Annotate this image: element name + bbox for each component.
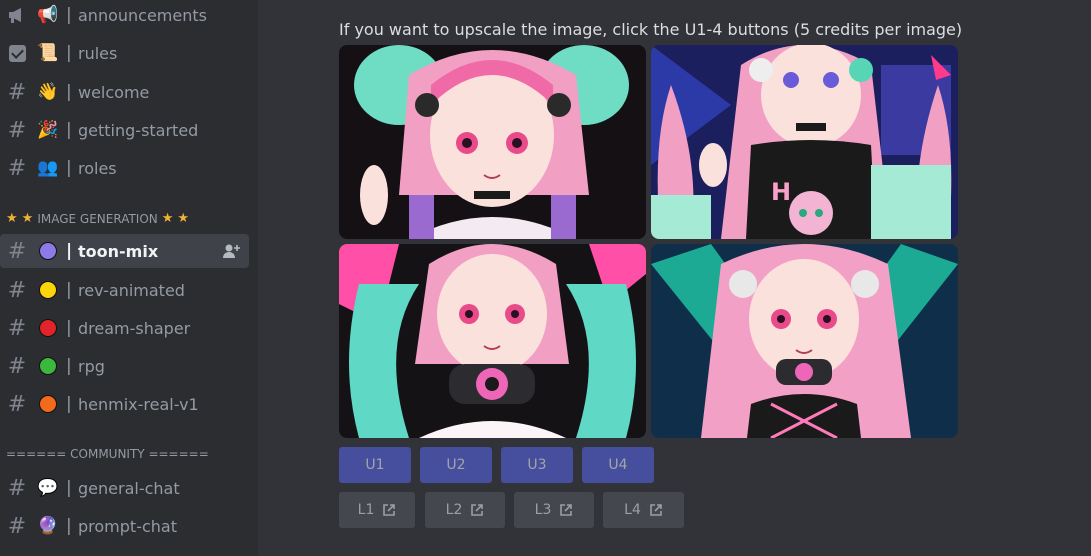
hash-icon: #	[7, 155, 27, 181]
channel-name: toon-mix	[78, 241, 159, 261]
channel-rules[interactable]: 📜 | rules	[0, 36, 249, 70]
image-grid[interactable]: H	[339, 45, 958, 438]
yellow-circle-icon	[38, 280, 58, 300]
channel-sidebar: 📢 | announcements 📜 | rules # 👋 | welcom…	[0, 0, 258, 556]
hash-icon: #	[7, 315, 27, 341]
checkbox-icon	[6, 42, 28, 64]
channel-henmix-real-v1[interactable]: # | henmix-real-v1	[0, 387, 249, 421]
hash-icon: #	[7, 238, 27, 264]
orange-circle-icon	[38, 394, 58, 414]
channel-name: rpg	[78, 356, 105, 376]
channel-name: announcements	[78, 5, 207, 25]
channel-announcements[interactable]: 📢 | announcements	[0, 0, 249, 32]
channel-name: dream-shaper	[78, 318, 191, 338]
hash-icon: #	[7, 117, 27, 143]
channel-toon-mix[interactable]: # | toon-mix	[0, 234, 249, 268]
external-link-icon	[650, 504, 662, 516]
channel-general-chat[interactable]: # 💬 | general-chat	[0, 471, 249, 505]
star-icon: ★	[6, 211, 18, 226]
category-image-generation[interactable]: ★ ★ IMAGE GENERATION ★ ★	[6, 211, 189, 226]
channel-name: welcome	[78, 82, 150, 102]
category-community[interactable]: ====== COMMUNITY ======	[6, 447, 209, 461]
upscale-button-4[interactable]: U4	[582, 447, 654, 483]
external-link-icon	[471, 504, 484, 516]
purple-circle-icon	[38, 241, 58, 261]
hash-icon: #	[7, 353, 27, 379]
svg-text:H: H	[771, 178, 791, 206]
generated-image-1[interactable]	[339, 45, 646, 239]
external-link-icon	[383, 504, 396, 516]
red-circle-icon	[38, 318, 58, 338]
party-popper-icon: 🎉	[37, 120, 59, 140]
generated-image-2[interactable]: H	[651, 45, 958, 239]
green-circle-icon	[38, 356, 58, 376]
hash-icon: #	[7, 391, 27, 417]
hash-icon: #	[7, 513, 27, 539]
add-member-icon[interactable]	[223, 243, 241, 259]
channel-prompt-chat[interactable]: # 🔮 | prompt-chat	[0, 509, 249, 543]
link-button-1[interactable]: L1	[339, 492, 415, 528]
speech-bubble-icon: 💬	[37, 478, 59, 498]
hash-icon: #	[7, 475, 27, 501]
crystal-ball-icon: 🔮	[37, 516, 59, 536]
scroll-icon: 📜	[37, 43, 59, 63]
star-icon: ★	[161, 211, 174, 226]
message-caption: If you want to upscale the image, click …	[339, 20, 963, 39]
hash-icon: #	[7, 79, 27, 105]
hash-icon: #	[7, 277, 27, 303]
channel-name: prompt-chat	[78, 516, 177, 536]
channel-name: rules	[78, 43, 118, 63]
link-button-4[interactable]: L4	[603, 492, 684, 528]
generated-image-3[interactable]	[339, 244, 646, 438]
external-link-icon	[560, 504, 573, 516]
link-button-3[interactable]: L3	[514, 492, 594, 528]
generated-image-4[interactable]	[651, 244, 958, 438]
megaphone-icon	[6, 4, 28, 26]
megaphone-emoji-icon: 📢	[37, 5, 59, 25]
channel-roles[interactable]: # 👥 | roles	[0, 151, 249, 185]
people-icon: 👥	[37, 158, 59, 178]
channel-rpg[interactable]: # | rpg	[0, 349, 249, 383]
channel-rev-animated[interactable]: # | rev-animated	[0, 273, 249, 307]
channel-getting-started[interactable]: # 🎉 | getting-started	[0, 113, 249, 147]
star-icon: ★	[21, 211, 34, 226]
channel-name: general-chat	[78, 478, 180, 498]
channel-name: getting-started	[78, 120, 199, 140]
upscale-button-1[interactable]: U1	[339, 447, 411, 483]
channel-name: rev-animated	[78, 280, 185, 300]
channel-welcome[interactable]: # 👋 | welcome	[0, 75, 249, 109]
upscale-button-3[interactable]: U3	[501, 447, 573, 483]
upscale-button-2[interactable]: U2	[420, 447, 492, 483]
channel-name: henmix-real-v1	[78, 394, 199, 414]
link-button-2[interactable]: L2	[425, 492, 505, 528]
channel-dream-shaper[interactable]: # | dream-shaper	[0, 311, 249, 345]
wave-icon: 👋	[37, 82, 59, 102]
star-icon: ★	[177, 211, 190, 226]
channel-name: roles	[78, 158, 117, 178]
